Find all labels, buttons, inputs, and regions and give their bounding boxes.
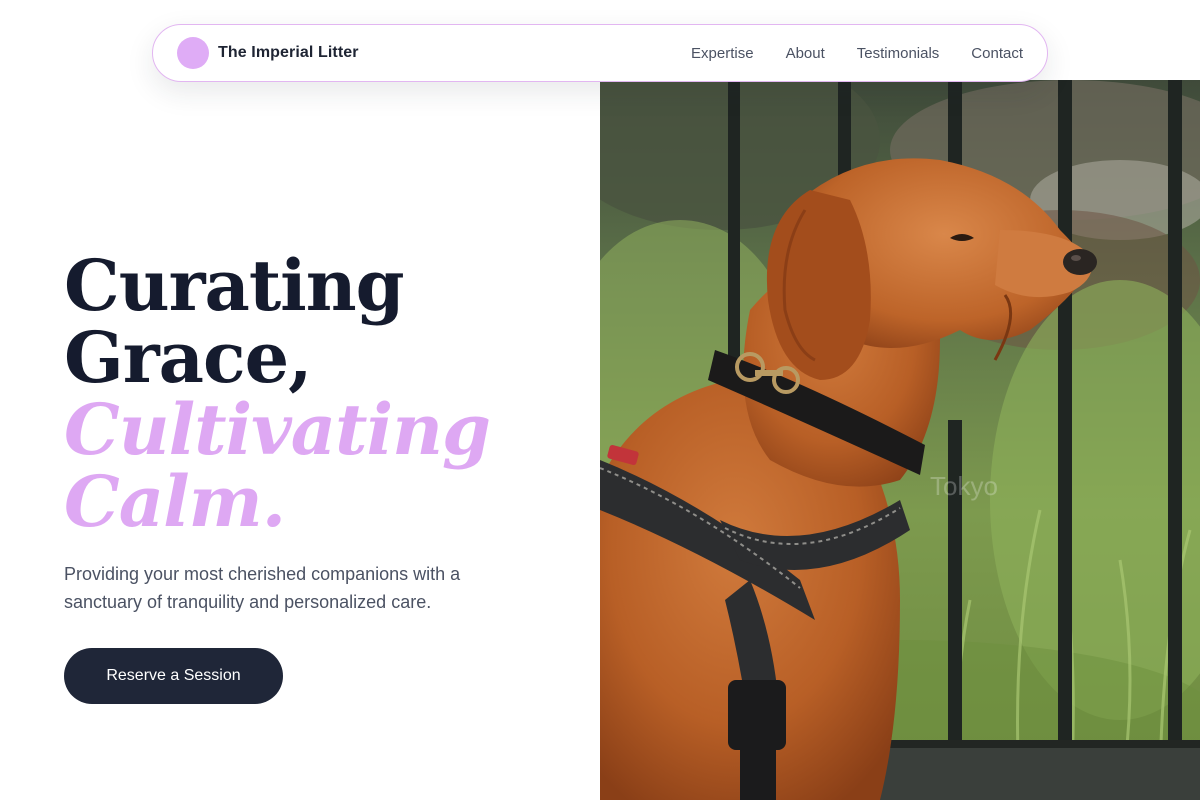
brand-link[interactable]: The Imperial Litter bbox=[177, 37, 359, 69]
nav-link-about[interactable]: About bbox=[786, 45, 825, 62]
nav-link-expertise[interactable]: Expertise bbox=[691, 45, 754, 62]
headline-line-2: Grace, bbox=[64, 316, 313, 399]
nav-link-contact[interactable]: Contact bbox=[971, 45, 1023, 62]
headline-line-1: Curating bbox=[64, 244, 405, 327]
navbar: The Imperial Litter Expertise About Test… bbox=[152, 24, 1048, 82]
dog-photo: Tokyo bbox=[600, 80, 1200, 800]
headline-line-3: Cultivating bbox=[64, 388, 491, 471]
headline-line-4: Calm. bbox=[64, 460, 286, 543]
hero-subtitle: Providing your most cherished companions… bbox=[64, 564, 461, 612]
dog-illustration: Tokyo bbox=[600, 80, 1200, 800]
image-watermark: Tokyo bbox=[930, 471, 998, 501]
hero-headline: Curating Grace, Cultivating Calm. bbox=[64, 250, 584, 538]
nav-links: Expertise About Testimonials Contact bbox=[691, 45, 1023, 62]
reserve-session-button[interactable]: Reserve a Session bbox=[64, 648, 283, 704]
landing-page: The Imperial Litter Expertise About Test… bbox=[0, 0, 1200, 800]
circle-logo-icon bbox=[177, 37, 209, 69]
brand-name: The Imperial Litter bbox=[218, 44, 359, 61]
hero-content: Curating Grace, Cultivating Calm. Provid… bbox=[64, 250, 584, 704]
nav-link-testimonials[interactable]: Testimonials bbox=[857, 45, 940, 62]
